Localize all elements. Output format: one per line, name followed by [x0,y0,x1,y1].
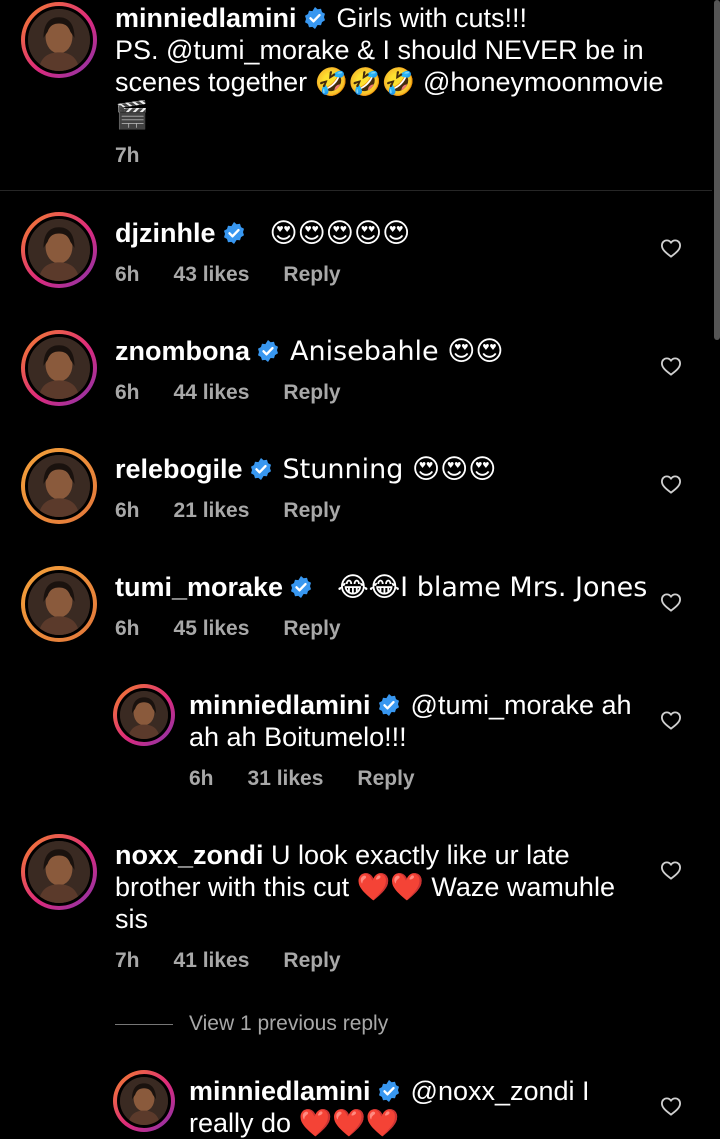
caption-text-2: PS. @tumi_morake & I should NEVER be in [115,35,644,65]
caption-text-1: Girls with cuts!!! [336,3,528,33]
comment-avatar[interactable] [21,448,97,524]
verified-badge-icon [289,575,313,599]
comment-meta: 6h 43 likes Reply [115,263,375,287]
comment-likes[interactable]: 45 likes [174,617,250,640]
comment-meta: 6h 44 likes Reply [115,381,375,405]
avatar-image [28,337,90,399]
laughing-emoji: 🤣🤣🤣 [314,67,416,98]
hearts-emoji: ❤️❤️ [356,872,424,903]
comment-text: 😂😂I blame Mrs. Jones [337,572,648,603]
avatar-image [28,219,90,281]
comment-likes[interactable]: 43 likes [174,263,250,286]
scrollbar[interactable] [714,0,720,340]
like-heart-icon[interactable] [660,356,682,376]
verified-badge-icon [256,339,280,363]
view-previous-reply-button[interactable]: View 1 previous reply [189,1012,388,1036]
comment-meta: 6h 21 likes Reply [115,499,375,523]
divider [0,190,712,191]
like-heart-icon[interactable] [660,860,682,880]
reply-text-1: @tumi_morake ah [410,690,632,720]
comment-line: djzinhle 😍😍😍😍😍 [115,217,410,250]
reply-button[interactable]: Reply [357,767,414,790]
like-heart-icon[interactable] [660,1096,682,1116]
comment-avatar[interactable] [21,212,97,288]
comment-text-2b: Waze wamuhle [431,872,615,902]
caption-line-3: scenes together 🤣🤣🤣 @honeymoonmovie [115,66,664,99]
caption-avatar[interactable] [21,2,97,78]
caption-username[interactable]: minniedlamini [115,3,297,33]
comment-username[interactable]: relebogile [115,454,243,484]
avatar-image [28,573,90,635]
view-replies-line [115,1024,173,1025]
comment-avatar[interactable] [21,330,97,406]
mention-link[interactable]: @honeymoonmovie [423,67,664,97]
avatar-image [120,691,168,739]
reply-text-1: @noxx_zondi I [410,1076,590,1106]
comment-username[interactable]: tumi_morake [115,572,283,602]
verified-badge-icon [303,6,327,30]
comment-line: relebogile Stunning 😍😍😍 [115,453,496,486]
like-heart-icon[interactable] [660,592,682,612]
reply-button[interactable]: Reply [283,617,340,640]
avatar-image [28,9,90,71]
comment-time: 6h [115,499,140,522]
reply-button[interactable]: Reply [283,499,340,522]
reply-username[interactable]: minniedlamini [189,690,371,720]
avatar-image [28,455,90,517]
comment-text-3: sis [115,904,148,934]
verified-badge-icon [377,1079,401,1103]
reply-text-2: really do ❤️❤️❤️ [189,1108,400,1138]
comment-avatar[interactable] [21,566,97,642]
comment-likes[interactable]: 21 likes [174,499,250,522]
comment-text: 😍😍😍😍😍 [269,218,411,249]
like-heart-icon[interactable] [660,238,682,258]
comment-time: 7h [115,949,140,972]
like-heart-icon[interactable] [660,474,682,494]
reply-button[interactable]: Reply [283,263,340,286]
comment-meta: 7h 41 likes Reply [115,949,375,973]
comment-username[interactable]: djzinhle [115,218,216,248]
verified-badge-icon [249,457,273,481]
reply-time: 6h [189,767,214,790]
comment-text-2: brother with this cut [115,872,350,902]
verified-badge-icon [377,693,401,717]
comment-meta: 6h 45 likes Reply [115,617,375,641]
reply-line-1: minniedlamini @noxx_zondi I [189,1075,590,1107]
caption-text-3: scenes together [115,67,308,97]
reply-text-2: ah ah Boitumelo!!! [189,722,407,752]
comment-line: znombona Anisebahle 😍😍 [115,335,504,368]
comment-username[interactable]: noxx_zondi [115,840,264,870]
reply-meta: 6h 31 likes Reply [189,767,449,791]
comment-time: 6h [115,617,140,640]
clapper-emoji: 🎬 [115,100,149,131]
comment-likes[interactable]: 41 likes [174,949,250,972]
reply-likes[interactable]: 31 likes [248,767,324,790]
caption-line-1: minniedlamini Girls with cuts!!! [115,2,527,34]
reply-button[interactable]: Reply [283,949,340,972]
reply-avatar[interactable] [113,684,175,746]
comment-time: 6h [115,263,140,286]
reply-line-1: minniedlamini @tumi_morake ah [189,689,632,721]
avatar-image [120,1077,168,1125]
comment-username[interactable]: znombona [115,336,250,366]
comment-avatar[interactable] [21,834,97,910]
comment-line-1: noxx_zondi U look exactly like ur late [115,839,570,871]
comment-text: Stunning 😍😍😍 [282,454,497,485]
like-heart-icon[interactable] [660,710,682,730]
reply-username[interactable]: minniedlamini [189,1076,371,1106]
comment-text-1: U look exactly like ur late [271,840,570,870]
verified-badge-icon [222,221,246,245]
comment-line-2: brother with this cut ❤️❤️ Waze wamuhle [115,871,615,904]
comment-likes[interactable]: 44 likes [174,381,250,404]
reply-button[interactable]: Reply [283,381,340,404]
caption-time: 7h [115,144,140,167]
comment-time: 6h [115,381,140,404]
avatar-image [28,841,90,903]
comment-text: Anisebahle 😍😍 [290,336,504,367]
reply-avatar[interactable] [113,1070,175,1132]
comment-line: tumi_morake 😂😂I blame Mrs. Jones [115,571,647,604]
